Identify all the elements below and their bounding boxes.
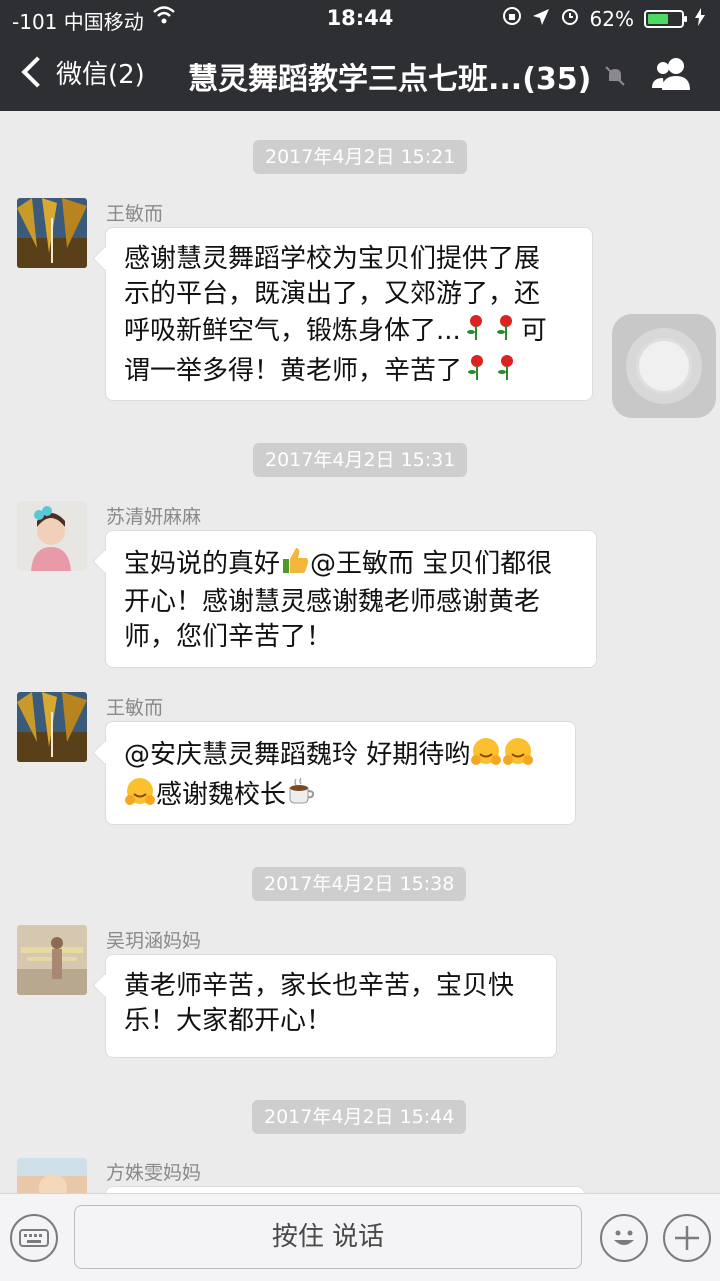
battery-fill [648, 13, 668, 24]
hugging-face-icon [502, 736, 534, 776]
back-label: 微信(2) [56, 59, 145, 90]
group-info-icon[interactable] [650, 56, 694, 92]
hugging-face-icon [470, 736, 502, 776]
message-text: 乐！大家都开心！ [124, 1006, 333, 1036]
message-bubble[interactable] [105, 1186, 585, 1193]
sender-name: 吴玥涵妈妈 [106, 930, 202, 952]
avatar[interactable] [17, 925, 87, 995]
chat-area[interactable]: 2017年4月2日 15:21 王敏而 感谢慧灵舞蹈学校为宝贝们提供了展 示的平… [0, 111, 720, 1193]
message-text: @安庆慧灵舞蹈魏玲 好期待哟 [124, 740, 471, 770]
nav-bar: 微信(2) 慧灵舞蹈教学三点七班...(35) [0, 36, 720, 111]
status-bar: -101 中国移动 18:44 62% [0, 0, 720, 36]
timestamp: 2017年4月2日 15:38 [252, 867, 467, 901]
emoji-button[interactable] [600, 1214, 648, 1262]
message-bubble[interactable]: 宝妈说的真好 @王敏而 宝贝们都很 开心！感谢慧灵感谢魏老师感谢黄老 师，您们辛苦… [105, 530, 597, 668]
mute-bell-icon [603, 64, 627, 88]
hold-to-talk-button[interactable]: 按住 说话 [74, 1205, 582, 1269]
message-bubble[interactable]: 感谢慧灵舞蹈学校为宝贝们提供了展 示的平台，既演出了，又郊游了，还 呼吸新鲜空气… [105, 227, 593, 401]
alarm-icon [560, 6, 580, 31]
more-options-button[interactable] [663, 1214, 711, 1262]
message-text: 开心！感谢慧灵感谢魏老师感谢黄老 [124, 587, 541, 617]
charging-bolt-icon [694, 7, 706, 31]
avatar[interactable] [17, 198, 87, 268]
rose-icon [492, 352, 522, 392]
plus-icon [675, 1226, 699, 1250]
rose-icon [461, 312, 491, 352]
timestamp: 2017年4月2日 15:31 [253, 443, 468, 477]
assistive-touch-button[interactable] [612, 314, 716, 418]
timestamp: 2017年4月2日 15:21 [253, 140, 468, 174]
status-right: 62% [502, 6, 706, 31]
sender-name: 王敏而 [106, 697, 164, 719]
orientation-lock-icon [502, 6, 522, 31]
back-button[interactable]: 微信(2) [18, 50, 145, 94]
keyboard-toggle-button[interactable] [10, 1214, 58, 1262]
coffee-icon [286, 776, 316, 816]
timestamp: 2017年4月2日 15:44 [252, 1100, 467, 1134]
avatar[interactable] [17, 692, 87, 762]
thumbs-up-icon [280, 545, 310, 585]
avatar[interactable] [17, 501, 87, 571]
message-text: 示的平台，既演出了，又郊游了，还 [124, 279, 541, 309]
message-bubble[interactable]: @安庆慧灵舞蹈魏玲 好期待哟 感谢魏校长 [105, 721, 576, 825]
message-text: 可 [520, 316, 547, 346]
avatar[interactable] [17, 1158, 87, 1193]
keyboard-icon [19, 1229, 49, 1247]
message-text: 感谢魏校长 [156, 780, 287, 810]
battery-icon [644, 9, 687, 28]
location-arrow-icon [532, 7, 550, 31]
battery-percent: 62% [589, 6, 634, 31]
message-text: @王敏而 宝贝们都很 [310, 549, 553, 579]
message-text: 师，您们辛苦了！ [124, 622, 333, 652]
assistive-touch-center [636, 338, 692, 394]
message-text: 黄老师辛苦，家长也辛苦，宝贝快 [124, 971, 515, 1001]
chevron-left-icon [21, 56, 53, 88]
rose-icon [491, 312, 521, 352]
message-text: 谓一举多得！黄老师，辛苦了 [124, 356, 463, 386]
hugging-face-icon [124, 776, 156, 816]
top-bar: -101 中国移动 18:44 62% 微信(2) 慧灵舞蹈教学三点七班...(… [0, 0, 720, 111]
sender-name: 王敏而 [106, 203, 164, 225]
message-text: 呼吸新鲜空气，锻炼身体了... [124, 316, 461, 346]
sender-name: 苏清妍麻麻 [106, 506, 202, 528]
message-text: 感谢慧灵舞蹈学校为宝贝们提供了展 [124, 244, 541, 274]
message-text: 宝妈说的真好 [124, 549, 281, 579]
sender-name: 方姝雯妈妈 [106, 1162, 202, 1184]
message-bubble[interactable]: 黄老师辛苦，家长也辛苦，宝贝快 乐！大家都开心！ [105, 954, 557, 1058]
chat-title: 慧灵舞蹈教学三点七班...(35) [188, 62, 592, 97]
smiley-icon [614, 1230, 634, 1245]
rose-icon [462, 352, 492, 392]
input-bar: 按住 说话 [0, 1193, 720, 1281]
